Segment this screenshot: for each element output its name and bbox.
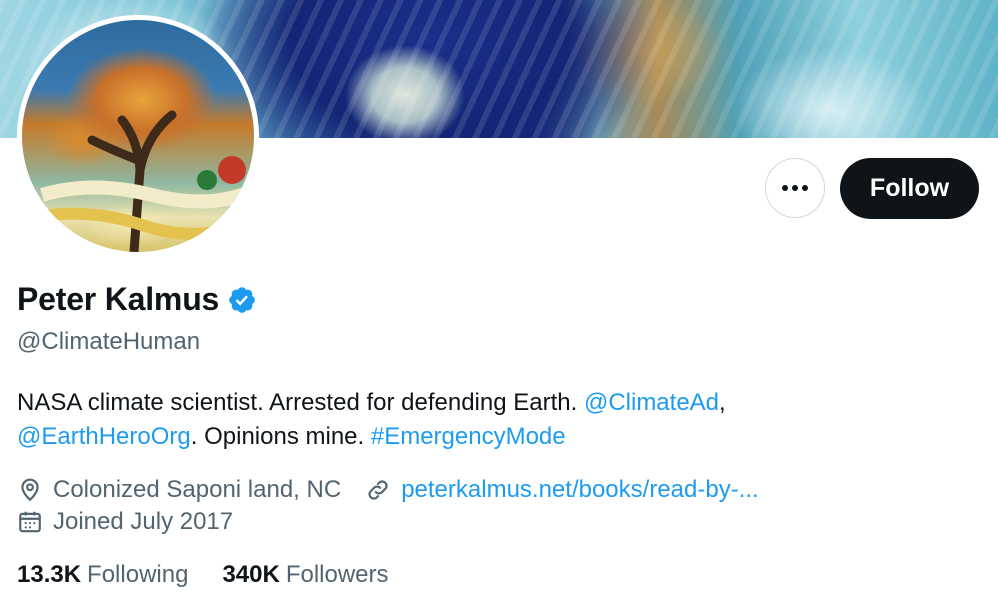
bio-hashtag-link[interactable]: #EmergencyMode: [371, 423, 566, 450]
profile-bio: NASA climate scientist. Arrested for def…: [17, 386, 917, 454]
location-icon: [21, 478, 39, 502]
profile-name: Peter Kalmus: [17, 281, 220, 317]
profile-counts: 13.3K Following 340K Followers: [17, 561, 389, 589]
avatar-image: [22, 20, 254, 252]
profile-name-row: Peter Kalmus: [17, 281, 257, 318]
profile-joined-row: Joined July 2017: [17, 508, 233, 536]
profile-location: Colonized Saponi land, NC: [53, 476, 342, 503]
following-count: 13.3K: [17, 561, 82, 588]
profile-website[interactable]: peterkalmus.net/books/read-by-...: [365, 476, 759, 504]
avatar-painting: [22, 110, 254, 252]
profile-handle: @ClimateHuman: [17, 328, 201, 355]
followers-count: 340K: [222, 561, 280, 588]
calendar-icon: [19, 511, 41, 533]
bio-text: ,: [719, 389, 726, 416]
followers-label: Followers: [285, 561, 389, 588]
profile-website-link[interactable]: peterkalmus.net/books/read-by-...: [401, 476, 759, 504]
more-options-button[interactable]: [765, 158, 825, 218]
verified-badge-icon[interactable]: [227, 285, 257, 315]
bio-text: . Opinions mine.: [190, 423, 371, 450]
link-icon: [368, 480, 388, 500]
bio-mention-link[interactable]: @EarthHeroOrg: [17, 423, 191, 450]
avatar[interactable]: [17, 15, 259, 257]
following-count-link[interactable]: 13.3K Following: [17, 561, 188, 589]
follow-button[interactable]: Follow: [840, 158, 979, 219]
profile-meta-row: Colonized Saponi land, NC peterkalmus.ne…: [17, 476, 759, 504]
profile-joined-date: Joined July 2017: [53, 508, 234, 535]
following-label: Following: [87, 561, 189, 588]
bio-mention-link[interactable]: @ClimateAd: [584, 389, 719, 416]
bio-text: NASA climate scientist. Arrested for def…: [17, 389, 584, 416]
followers-count-link[interactable]: 340K Followers: [222, 561, 388, 589]
more-horizontal-icon: [782, 185, 808, 191]
